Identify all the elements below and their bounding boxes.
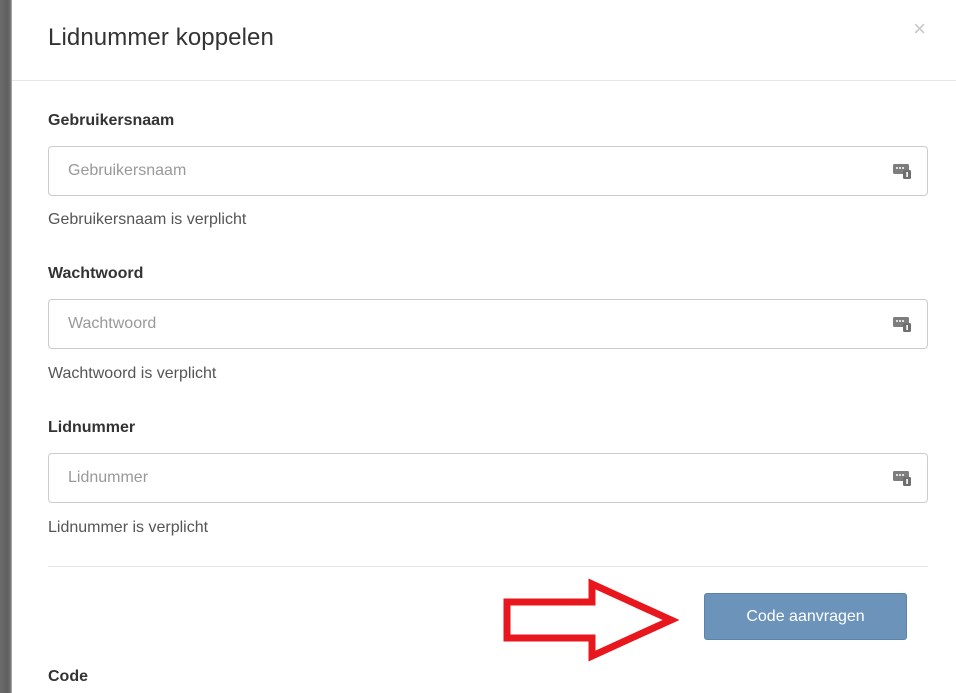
link-member-modal: Lidnummer koppelen × Gebruikersnaam Gebr… (12, 0, 956, 693)
close-button[interactable]: × (913, 18, 926, 40)
code-label: Code (48, 668, 88, 685)
background-overlay-edge (0, 0, 12, 693)
password-manager-icon[interactable] (893, 163, 911, 179)
password-input[interactable] (49, 300, 869, 348)
request-code-button[interactable]: Code aanvragen (704, 593, 907, 640)
member-number-field-wrapper (48, 453, 928, 503)
member-number-help-text: Lidnummer is verplicht (48, 519, 209, 536)
member-number-input[interactable] (49, 454, 869, 502)
section-divider (48, 566, 928, 567)
username-input[interactable] (49, 147, 869, 195)
username-help-text: Gebruikersnaam is verplicht (48, 211, 247, 228)
password-label: Wachtwoord (48, 265, 144, 282)
password-field-wrapper (48, 299, 928, 349)
member-number-label: Lidnummer (48, 419, 136, 436)
modal-title: Lidnummer koppelen (48, 24, 274, 51)
red-arrow-right-icon (503, 578, 679, 662)
modal-header: Lidnummer koppelen × (12, 0, 956, 81)
username-field-wrapper (48, 146, 928, 196)
username-label: Gebruikersnaam (48, 112, 175, 129)
password-manager-icon[interactable] (893, 470, 911, 486)
password-manager-icon[interactable] (893, 316, 911, 332)
password-help-text: Wachtwoord is verplicht (48, 365, 217, 382)
